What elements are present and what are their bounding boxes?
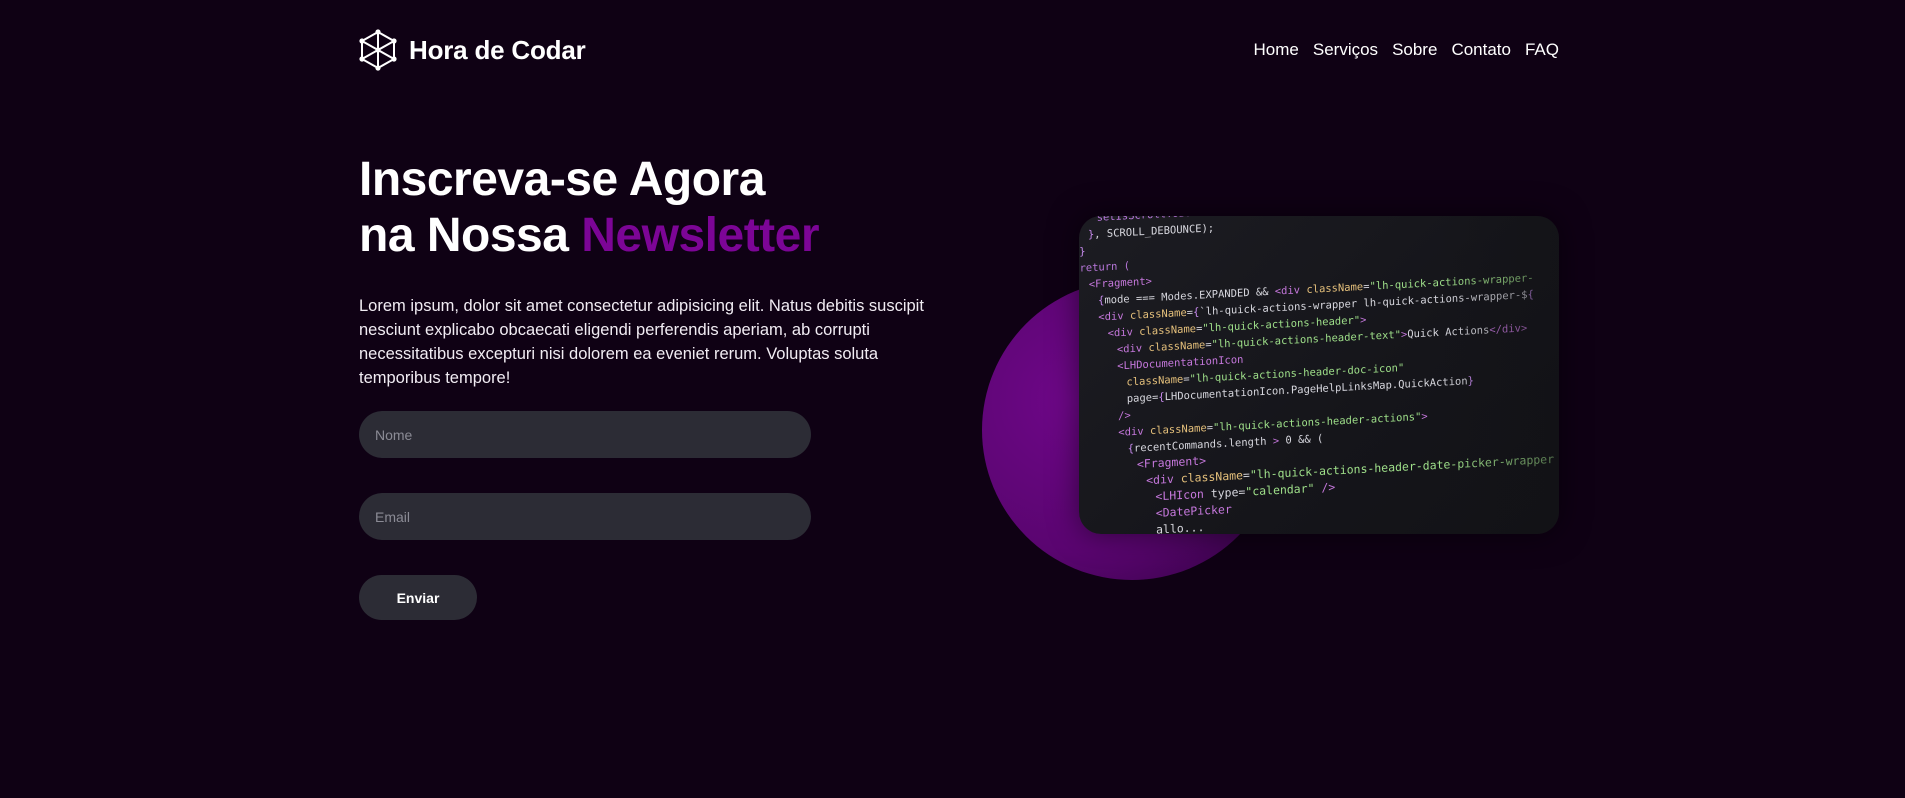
site-header: Hora de Codar Home Serviços Sobre Contat… xyxy=(359,28,1559,72)
hero-title-line1: Inscreva-se Agora xyxy=(359,153,765,206)
nav-item-faq[interactable]: FAQ xyxy=(1525,40,1559,60)
nav-item-sobre[interactable]: Sobre xyxy=(1392,40,1437,60)
hero-description: Lorem ipsum, dolor sit amet consectetur … xyxy=(359,297,924,387)
hero-title-accent: Newsletter xyxy=(581,209,820,262)
main-nav: Home Serviços Sobre Contato FAQ xyxy=(1254,40,1559,60)
brand[interactable]: Hora de Codar xyxy=(359,29,586,71)
name-input[interactable] xyxy=(359,411,811,458)
email-input[interactable] xyxy=(359,493,811,540)
nav-item-servicos[interactable]: Serviços xyxy=(1313,40,1378,60)
hero-title: Inscreva-se Agora na Nossa Newsletter xyxy=(359,152,820,264)
cube-network-icon xyxy=(359,29,397,71)
nav-item-home[interactable]: Home xyxy=(1254,40,1299,60)
hero-title-line2: na Nossa xyxy=(359,209,569,262)
nav-item-contato[interactable]: Contato xyxy=(1451,40,1511,60)
code-image-svg: setIsScrollToBottom(...}, SCROLL_DEBOUNC… xyxy=(1079,216,1559,534)
code-image: setIsScrollToBottom(...}, SCROLL_DEBOUNC… xyxy=(1079,216,1559,534)
brand-name: Hora de Codar xyxy=(409,34,586,65)
newsletter-page: Hora de Codar Home Serviços Sobre Contat… xyxy=(0,0,1905,798)
submit-button[interactable]: Enviar xyxy=(359,575,477,620)
